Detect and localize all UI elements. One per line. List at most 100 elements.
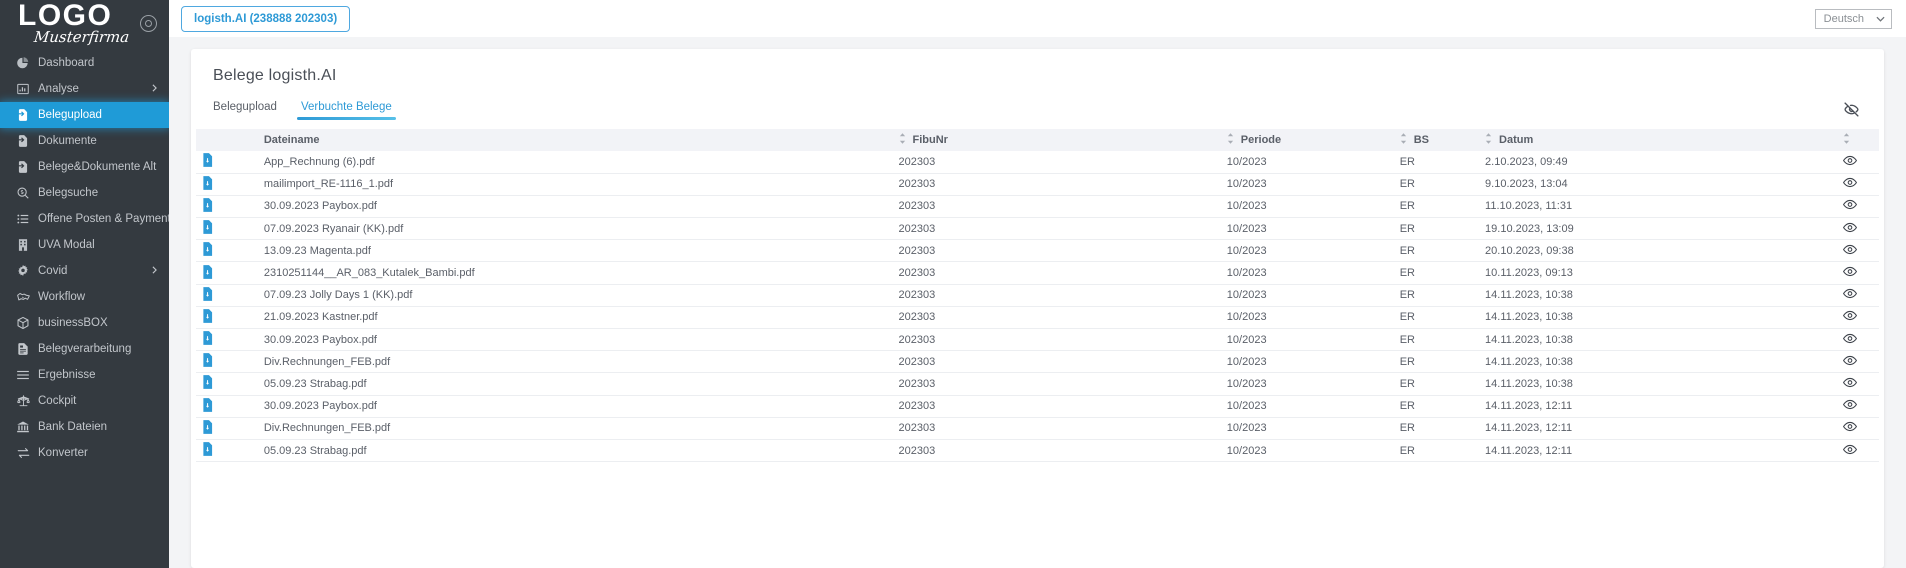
table-row[interactable]: 07.09.23 Jolly Days 1 (KK).pdf 202303 10/2… [196,284,1879,307]
documents-table-wrapper: Dateiname FibuNr Periode BS Datum App_Rechnu… [191,129,1884,463]
tab-verbuchte-belege[interactable]: Verbuchte Belege [296,101,396,120]
language-select[interactable]: Deutsch [1814,8,1892,29]
table-row[interactable]: App_Rechnung (6).pdf 202303 10/2023 ER 2.10.… [196,151,1879,174]
cell-file-icon[interactable] [196,372,264,396]
table-row[interactable]: Div.Rechnungen_FEB.pdf 202303 10/2023 ER 14.… [196,350,1879,374]
sort-icon[interactable] [1843,133,1850,147]
eye-icon[interactable] [1842,421,1858,435]
eye-icon[interactable] [1842,377,1858,391]
cell-file-icon[interactable] [196,417,264,440]
table-row[interactable]: mailimport_RE-1116_1.pdf 202303 10/2023 ER 9… [196,173,1879,196]
table-row[interactable]: 2310251144__AR_083_Kutalek_Bambi.pdf 2023… [196,261,1879,285]
table-row[interactable]: 07.09.2023 Ryanair (KK).pdf 202303 10/2023… [196,217,1879,241]
sort-icon[interactable] [899,133,906,147]
table-row[interactable]: Div.Rechnungen_FEB.pdf 202303 10/2023 ER 14.… [196,417,1879,440]
pdf-file-icon[interactable] [202,175,213,193]
eye-icon[interactable] [1842,155,1858,169]
sidebar-item-businessbox[interactable]: businessBOX [0,310,169,336]
pdf-file-icon[interactable] [202,286,213,304]
cell-file-icon[interactable] [196,350,264,374]
sidebar-item-label: Ergebnisse [38,369,96,381]
table-row[interactable]: 30.09.2023 Paybox.pdf 202303 10/2023 ER 11.1… [196,195,1879,219]
sidebar-item-bank-dateien[interactable]: Bank Dateien [0,414,169,440]
sort-icon[interactable] [1485,133,1492,147]
eye-icon[interactable] [1842,399,1858,413]
cell-file-icon[interactable] [196,261,264,285]
cell-name: 30.09.2023 Paybox.pdf [263,328,899,352]
eye-icon[interactable] [1842,177,1858,191]
eye-icon[interactable] [1842,288,1858,302]
pdf-file-icon[interactable] [202,397,213,415]
eye-icon[interactable] [1842,266,1858,280]
client-tab-pill[interactable]: logisth.AI (238888 202303) [181,5,351,32]
sidebar-item-belegsuche[interactable]: Belegsuche [0,180,169,206]
sidebar-collapse-icon[interactable] [140,15,157,32]
cell-file-icon[interactable] [196,217,264,241]
sidebar-item-dokumente[interactable]: Dokumente [0,128,169,154]
sort-icon[interactable] [1227,133,1234,147]
search-dollar-icon [16,186,38,200]
sidebar-item-cockpit[interactable]: Cockpit [0,388,169,414]
sort-icon[interactable] [1400,133,1407,147]
eye-icon[interactable] [1842,222,1858,236]
eye-icon[interactable] [1842,244,1858,258]
pdf-file-icon[interactable] [202,198,213,215]
table-row[interactable]: 30.09.2023 Paybox.pdf 202303 10/2023 ER 14.1… [196,395,1879,418]
cell-file-icon[interactable] [196,173,264,196]
eye-icon[interactable] [1842,199,1858,213]
sidebar-item-analyse[interactable]: Analyse [0,76,169,102]
cell-name: 13.09.23 Magenta.pdf [263,239,899,263]
tab-belegupload[interactable]: Belegupload [213,101,277,120]
pdf-file-icon[interactable] [202,375,213,392]
pdf-file-icon[interactable] [202,442,213,459]
table-row[interactable]: 05.09.23 Strabag.pdf 202303 10/2023 ER 14.11… [196,439,1879,463]
eye-icon[interactable] [1842,355,1858,369]
sidebar-item-belege-dokumente-alt[interactable]: Belege&Dokumente Alt [0,154,169,180]
pdf-file-icon[interactable] [202,419,213,437]
sidebar-item-dashboard[interactable]: Dashboard [0,50,169,76]
column-header-fibu[interactable]: FibuNr [898,129,1227,151]
cell-actions [1747,306,1879,330]
eye-icon[interactable] [1842,444,1858,458]
cell-name: App_Rechnung (6).pdf [263,151,899,174]
column-header-datum[interactable]: Datum [1485,129,1748,151]
eye-off-icon[interactable] [1843,101,1860,123]
eye-icon[interactable] [1842,333,1858,347]
sidebar-item-workflow[interactable]: Workflow [0,284,169,310]
pdf-file-icon[interactable] [202,309,213,326]
pdf-file-icon[interactable] [202,331,213,348]
table-body: App_Rechnung (6).pdf 202303 10/2023 ER 2.10.… [196,151,1879,463]
pdf-file-icon[interactable] [202,153,213,170]
cell-file-icon[interactable] [196,239,264,263]
cell-bs: ER [1399,350,1486,374]
eye-icon[interactable] [1842,310,1858,324]
sidebar-item-konverter[interactable]: Konverter [0,440,169,466]
sidebar-item-ergebnisse[interactable]: Ergebnisse [0,362,169,388]
pdf-file-icon[interactable] [202,353,213,370]
table-row[interactable]: 13.09.23 Magenta.pdf 202303 10/2023 ER 20.10… [196,239,1879,263]
sidebar-item-offene-posten-payment[interactable]: Offene Posten & Payment [0,206,169,232]
sidebar-item-uva-modal[interactable]: UVA Modal [0,232,169,258]
pdf-file-icon[interactable] [202,220,213,237]
pdf-file-icon[interactable] [202,264,213,282]
column-header-periode[interactable]: Periode [1226,129,1400,151]
cell-periode: 10/2023 [1226,217,1400,241]
sidebar-item-covid[interactable]: Covid [0,258,169,284]
column-header-bs[interactable]: BS [1399,129,1486,151]
pdf-file-icon[interactable] [202,242,213,259]
cell-file-icon[interactable] [196,439,264,463]
table-row[interactable]: 21.09.2023 Kastner.pdf 202303 10/2023 ER 14.… [196,306,1879,330]
cell-datum: 14.11.2023, 12:11 [1485,417,1748,440]
cell-file-icon[interactable] [196,306,264,330]
cell-file-icon[interactable] [196,151,264,174]
cell-file-icon[interactable] [196,395,264,418]
table-row[interactable]: 30.09.2023 Paybox.pdf 202303 10/2023 ER 14.1… [196,328,1879,352]
table-head: Dateiname FibuNr Periode BS Datum [196,129,1879,151]
sidebar-item-belegupload[interactable]: Belegupload [0,102,169,128]
table-row[interactable]: 05.09.23 Strabag.pdf 202303 10/2023 ER 14.11… [196,372,1879,396]
column-header-actions[interactable] [1747,129,1879,151]
cell-file-icon[interactable] [196,195,264,219]
cell-file-icon[interactable] [196,284,264,307]
sidebar-item-belegverarbeitung[interactable]: Belegverarbeitung [0,336,169,362]
cell-file-icon[interactable] [196,328,264,352]
